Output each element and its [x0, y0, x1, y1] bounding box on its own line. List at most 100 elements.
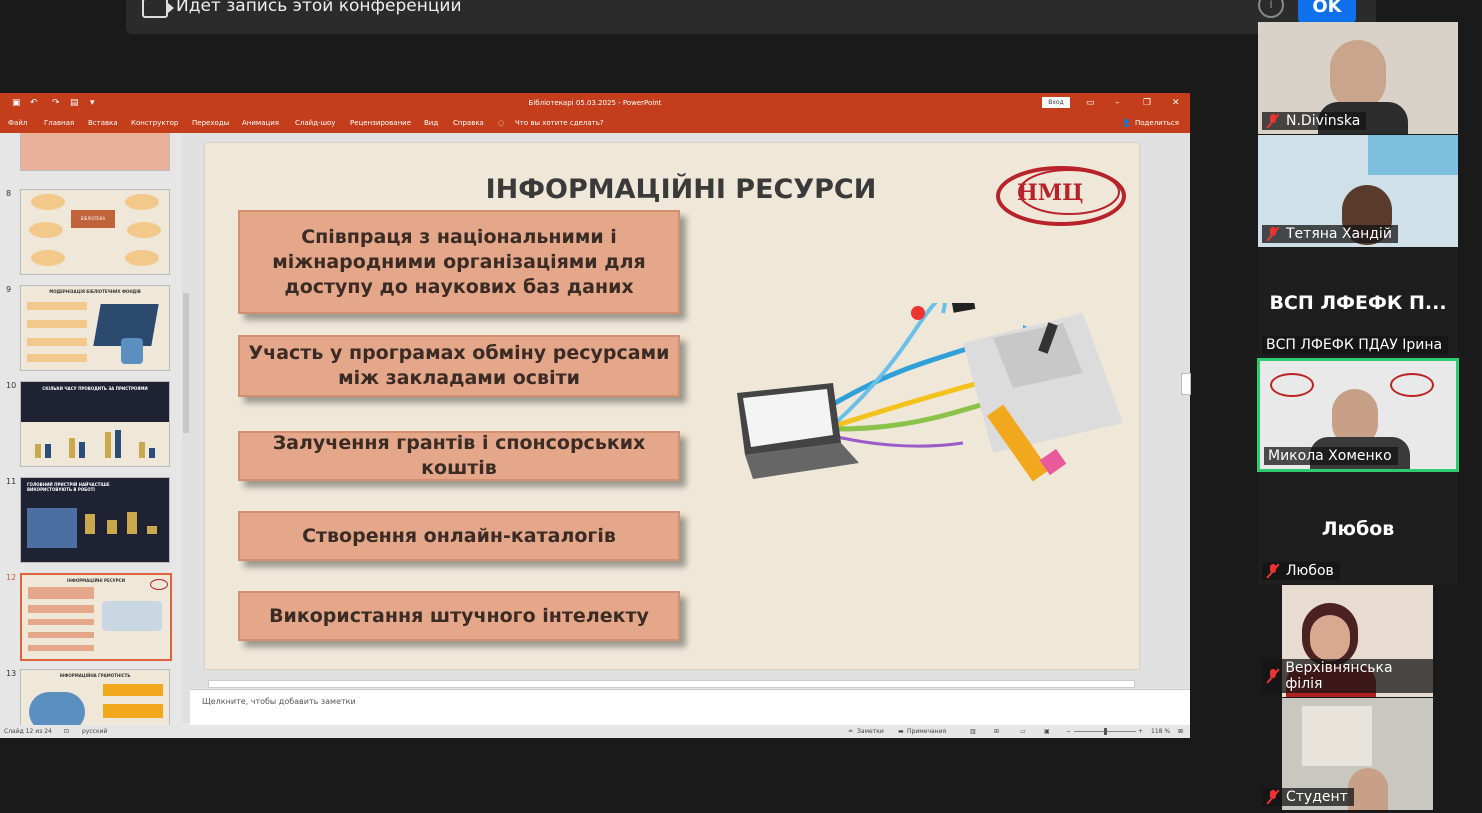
- zoom-level[interactable]: 118 %: [1151, 728, 1170, 735]
- tab-home[interactable]: Главная: [44, 119, 74, 127]
- tab-review[interactable]: Рецензирование: [350, 119, 411, 127]
- slide-thumbnail-11[interactable]: ГОЛОВНИЙ ПРИСТРІЙ НАЙЧАСТІШЕ ВИКОРИСТОВУ…: [20, 477, 170, 563]
- logo-text: НМЦ: [1017, 180, 1083, 206]
- language-indicator[interactable]: русский: [82, 728, 107, 735]
- slide-thumbnail-12[interactable]: ІНФОРМАЦІЙНІ РЕСУРСИ: [20, 573, 172, 661]
- close-icon[interactable]: ✕: [1172, 98, 1180, 108]
- participant-name: Любов: [1262, 562, 1340, 580]
- tab-transitions[interactable]: Переходы: [192, 119, 229, 127]
- restore-icon[interactable]: ❐: [1143, 98, 1151, 108]
- thumbnail-number: 13: [6, 669, 17, 678]
- share-button[interactable]: Поделиться: [1135, 119, 1179, 127]
- fit-to-window-icon[interactable]: ⊠: [1178, 728, 1183, 735]
- thumbnails-scrollbar[interactable]: [182, 133, 190, 723]
- mic-muted-icon: [1266, 227, 1280, 241]
- slide-thumbnail-8[interactable]: БІБЛІОТЕКА: [20, 189, 170, 275]
- resource-box-1: Співпраця з національними і міжнародними…: [238, 210, 680, 314]
- notes-placeholder: Щелкните, чтобы добавить заметки: [202, 697, 356, 706]
- resource-box-4: Створення онлайн-каталогів: [238, 511, 680, 561]
- laptop-pencil-illustration: [737, 303, 1123, 482]
- mic-muted-icon: [1266, 564, 1280, 578]
- participant-tile-7[interactable]: Студент: [1262, 698, 1433, 810]
- participant-display-name: Любов: [1321, 518, 1395, 540]
- slide-vertical-scrollbar[interactable]: [1180, 133, 1191, 688]
- slide-thumbnail-7[interactable]: [20, 133, 170, 171]
- zoom-out-icon[interactable]: −: [1066, 728, 1071, 735]
- nmc-logo: НМЦ: [996, 166, 1126, 226]
- participant-tile-6[interactable]: Верхівнянська філія: [1262, 585, 1433, 697]
- thumbnail-number: 8: [6, 189, 12, 198]
- recording-banner: Идет запись этой конференции i OK: [126, 0, 1376, 34]
- participant-video: [1348, 768, 1388, 810]
- ribbon-display-icon[interactable]: ▭: [1086, 98, 1095, 108]
- participant-name: Верхівнянська філія: [1262, 659, 1433, 693]
- tab-design[interactable]: Конструктор: [131, 119, 178, 127]
- powerpoint-window: ▣ ↶ ↷ ▤ ▾ Бібліотекарі 05.03.2025 - Powe…: [0, 93, 1191, 738]
- tab-file[interactable]: Файл: [8, 119, 27, 127]
- thumbnail-number: 10: [6, 381, 17, 390]
- slide-thumbnail-10[interactable]: СКІЛЬКИ ЧАСУ ПРОВОДИТЬ ЗА ПРИСТРОЯМИ: [20, 381, 170, 467]
- title-bar: ▣ ↶ ↷ ▤ ▾ Бібліотекарі 05.03.2025 - Powe…: [0, 93, 1190, 113]
- participant-tile-5[interactable]: Любов Любов: [1258, 472, 1458, 584]
- notes-button[interactable]: Заметки: [857, 728, 884, 735]
- participant-video: [1310, 615, 1350, 661]
- reading-view-icon[interactable]: ▭: [1020, 728, 1026, 735]
- participant-tile-3[interactable]: ВСП ЛФЕФК П... ВСП ЛФЕФК ПДАУ Ірина: [1258, 248, 1458, 358]
- zoom-slider-thumb[interactable]: [1104, 728, 1107, 735]
- tab-help[interactable]: Справка: [453, 119, 484, 127]
- participant-name: ВСП ЛФЕФК ПДАУ Ірина: [1262, 336, 1449, 354]
- participant-video: [1330, 40, 1386, 110]
- spellcheck-icon[interactable]: ⊡: [64, 728, 69, 735]
- current-slide[interactable]: ІНФОРМАЦІЙНІ РЕСУРСИ НМЦ Співпраця з нац…: [204, 142, 1140, 670]
- window-title: Бібліотекарі 05.03.2025 - PowerPoint: [528, 99, 662, 107]
- comments-icon: ▬: [898, 728, 904, 735]
- thumbnail-title: МОДЕРНІЗАЦІЯ БІБЛІОТЕЧНИХ ФОНДІВ: [49, 289, 141, 294]
- thumbnail-number: 12: [6, 573, 17, 582]
- participant-display-name: ВСП ЛФЕФК П...: [1269, 292, 1447, 314]
- resource-box-3: Залучення грантів і спонсорських коштів: [238, 431, 680, 481]
- notes-icon: ≐: [848, 728, 854, 735]
- lightbulb-icon: ◌: [498, 119, 505, 127]
- participant-name: Тетяна Хандій: [1262, 225, 1398, 243]
- minimize-icon[interactable]: –: [1115, 98, 1120, 108]
- tab-view[interactable]: Вид: [424, 119, 438, 127]
- zoom-in-icon[interactable]: +: [1138, 728, 1143, 735]
- thumbnail-title: ГОЛОВНИЙ ПРИСТРІЙ НАЙЧАСТІШЕ ВИКОРИСТОВУ…: [27, 482, 110, 492]
- slide-thumbnail-13[interactable]: ІНФОРМАЦІЙНА ГРАМОТНІСТЬ: [20, 669, 170, 725]
- normal-view-icon[interactable]: ▥: [970, 728, 976, 735]
- participant-tile-4-active-speaker[interactable]: Микола Хоменко: [1257, 358, 1459, 472]
- info-icon[interactable]: i: [1258, 0, 1284, 18]
- comments-button[interactable]: Примечания: [907, 728, 946, 735]
- thumbnail-title: СКІЛЬКИ ЧАСУ ПРОВОДИТЬ ЗА ПРИСТРОЯМИ: [42, 386, 148, 391]
- slide-horizontal-scrollbar[interactable]: [198, 678, 1180, 688]
- thumbnail-title: ІНФОРМАЦІЙНІ РЕСУРСИ: [67, 578, 125, 583]
- participant-tile-2[interactable]: Тетяна Хандій: [1258, 135, 1458, 247]
- tab-insert[interactable]: Вставка: [88, 119, 118, 127]
- thumbnail-title: ІНФОРМАЦІЙНА ГРАМОТНІСТЬ: [59, 673, 131, 678]
- slideshow-view-icon[interactable]: ▣: [1044, 728, 1050, 735]
- ok-button[interactable]: OK: [1298, 0, 1356, 24]
- participant-name: Студент: [1262, 788, 1354, 806]
- recording-text: Идет запись этой конференции: [176, 0, 462, 16]
- video-camera-icon: [142, 0, 174, 18]
- slide-thumbnails-pane: 8 БІБЛІОТЕКА 9 МОДЕРНІЗАЦІЯ БІБЛІОТЕЧНИХ…: [0, 133, 190, 725]
- signin-button[interactable]: Вход: [1042, 97, 1070, 108]
- thumbnail-title: БІБЛІОТЕКА: [71, 210, 115, 228]
- slide-editor: ІНФОРМАЦІЙНІ РЕСУРСИ НМЦ Співпраця з нац…: [190, 133, 1180, 688]
- notes-pane[interactable]: Щелкните, чтобы добавить заметки: [190, 689, 1190, 725]
- tab-slideshow[interactable]: Слайд-шоу: [295, 119, 335, 127]
- slide-sorter-icon[interactable]: ⊞: [994, 728, 999, 735]
- participant-name: Микола Хоменко: [1264, 447, 1398, 465]
- share-icon: 👤: [1122, 119, 1131, 127]
- resource-box-5: Використання штучного інтелекту: [238, 591, 680, 641]
- tab-animations[interactable]: Анимация: [242, 119, 279, 127]
- thumbnail-number: 9: [6, 285, 12, 294]
- resource-box-2: Участь у програмах обміну ресурсами між …: [238, 335, 680, 397]
- participant-tile-1[interactable]: N.Divinska: [1258, 22, 1458, 134]
- thumbnail-number: 11: [6, 477, 17, 486]
- slide-thumbnail-9[interactable]: МОДЕРНІЗАЦІЯ БІБЛІОТЕЧНИХ ФОНДІВ: [20, 285, 170, 371]
- slide-counter: Слайд 12 из 24: [4, 728, 52, 735]
- mic-muted-icon: [1266, 790, 1280, 804]
- tell-me-search[interactable]: Что вы хотите сделать?: [515, 119, 604, 127]
- status-bar: Слайд 12 из 24 ⊡ русский ≐ Заметки ▬ При…: [0, 725, 1190, 738]
